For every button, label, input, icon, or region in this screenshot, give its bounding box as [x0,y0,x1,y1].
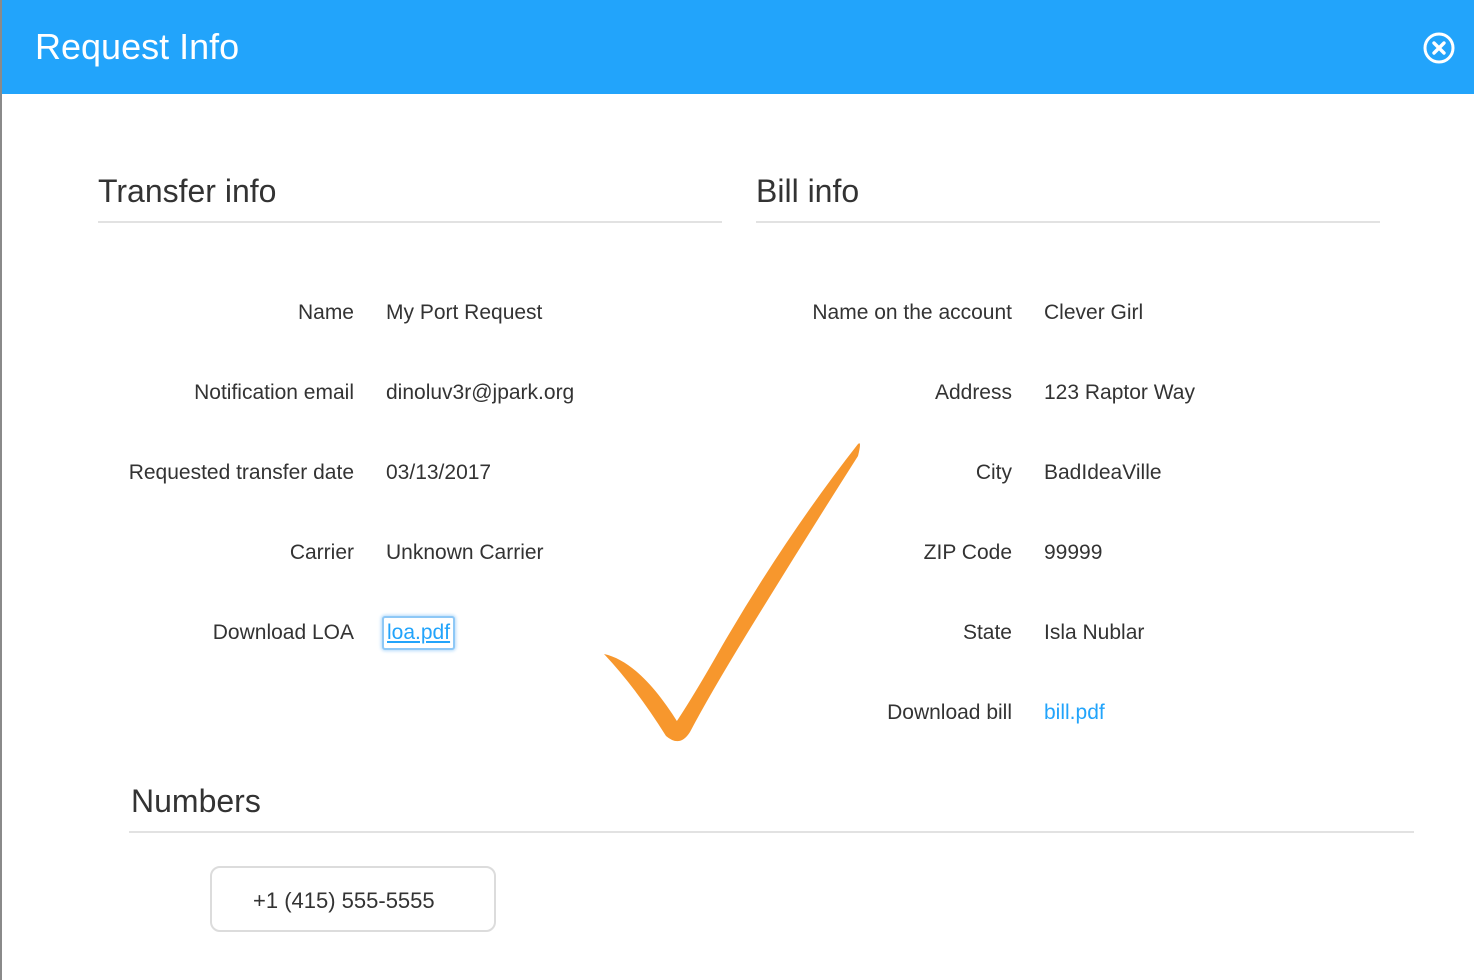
numbers-divider [129,831,1414,833]
bill-info-title: Bill info [756,173,860,209]
transfer-date-value: 03/13/2017 [386,461,492,484]
download-bill-label: Download bill [887,701,1012,724]
loa-download-link[interactable]: loa.pdf [382,616,456,650]
request-info-modal: Request Info Transfer info Name My Port … [0,0,1474,980]
address-label: Address [934,381,1012,404]
address-value: 123 Raptor Way [1044,381,1195,404]
bill-info-divider [756,221,1380,223]
zip-code-label: ZIP Code [923,541,1012,564]
state-value: Isla Nublar [1044,621,1145,644]
bill-download-link[interactable]: bill.pdf [1044,700,1105,726]
zip-code-value: 99999 [1044,541,1103,564]
carrier-value: Unknown Carrier [386,541,544,564]
modal-title: Request Info [35,26,240,67]
phone-number-chip[interactable]: +1 (415) 555-5555 [210,866,496,932]
city-label: City [975,461,1012,484]
modal-header: Request Info [2,0,1474,94]
city-value: BadIdeaVille [1044,461,1162,484]
checkmark-icon [604,443,860,742]
transfer-date-label: Requested transfer date [128,461,354,484]
state-label: State [962,621,1012,644]
notification-email-value: dinoluv3r@jpark.org [386,381,575,404]
transfer-info-title: Transfer info [98,173,277,209]
carrier-label: Carrier [289,541,354,564]
phone-number-text: +1 (415) 555-5555 [253,888,435,913]
transfer-info-divider [98,221,722,223]
numbers-title: Numbers [131,783,261,819]
close-circle-icon [1423,32,1455,64]
account-name-label: Name on the account [812,301,1012,324]
notification-email-label: Notification email [194,381,354,404]
download-loa-label: Download LOA [212,621,354,644]
transfer-name-label: Name [297,301,354,324]
window-edge [0,0,2,980]
transfer-name-value: My Port Request [386,301,543,324]
close-button[interactable] [1423,32,1455,64]
account-name-value: Clever Girl [1044,301,1144,324]
